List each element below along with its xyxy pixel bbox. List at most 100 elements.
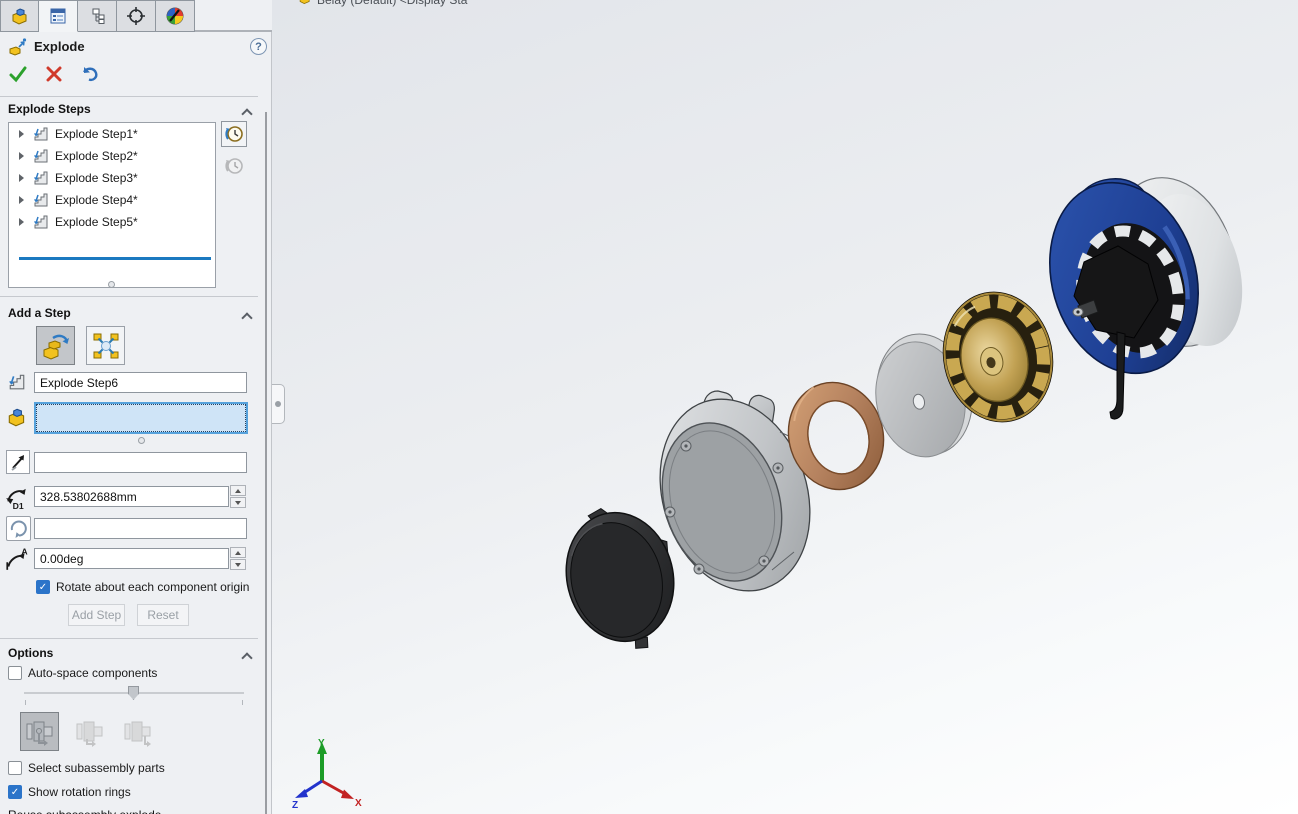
direction-arrow-icon [7,451,29,473]
dimxpert-manager-tab[interactable] [117,0,156,32]
add-step-section-header[interactable]: Add a Step [0,304,258,324]
explode-style-icon-2 [74,716,106,748]
explode-style-button-1[interactable] [20,712,59,751]
list-item[interactable]: Explode Step2* [9,145,215,167]
panel-scrollbar[interactable] [265,112,267,814]
list-item[interactable]: Explode Step5* [9,211,215,233]
section-title: Add a Step [8,306,71,320]
expand-triangle-icon[interactable] [19,218,24,226]
clock-animate-icon [224,156,244,176]
property-manager-tab[interactable] [39,0,78,32]
explode-style-button-3[interactable] [118,712,157,751]
selection-resize-handle[interactable] [138,437,145,444]
triad-x-label: X [355,798,362,809]
section-title: Explode Steps [8,102,91,116]
configuration-manager-tab[interactable] [78,0,117,32]
rotation-axis-icon-box[interactable] [6,516,31,541]
checkbox-unchecked-icon[interactable] [8,761,22,775]
origin-triad: Y X Z [292,736,362,811]
auto-space-checkbox-row[interactable]: Auto-space components [8,666,157,680]
part-side-plate-assembly[interactable] [1028,163,1259,419]
rotate-circular-arrow-icon [7,517,30,540]
step-label: Explode Step1* [55,127,138,141]
separator [0,296,258,297]
spin-down[interactable] [230,559,246,570]
select-subassembly-checkbox-row[interactable]: Select subassembly parts [8,761,165,775]
part-icon [10,6,30,26]
display-manager-tab[interactable] [156,0,195,32]
add-step-button[interactable]: Add Step [68,604,125,626]
spin-down[interactable] [230,497,246,508]
solidworks-window: Explode ? Explo [0,0,1298,814]
checkbox-unchecked-icon[interactable] [8,666,22,680]
checkbox-checked-icon[interactable]: ✓ [8,785,22,799]
spin-up[interactable] [230,485,246,496]
explode-style-button-2[interactable] [70,712,109,751]
checkbox-label: Show rotation rings [28,785,131,799]
step-name-input[interactable] [34,372,247,393]
checkbox-checked-icon[interactable]: ✓ [36,580,50,594]
expand-triangle-icon[interactable] [19,174,24,182]
explode-steps-listbox[interactable]: Explode Step1* Explode Step2* Explode St… [8,122,216,288]
angle-input[interactable] [34,548,229,569]
explode-step-icon [33,214,49,230]
tabbar-spacer [195,0,272,31]
show-rotation-rings-checkbox-row[interactable]: ✓ Show rotation rings [8,785,131,799]
auto-space-slider-thumb[interactable] [128,686,139,700]
panel-flyout-handle[interactable] [272,384,285,424]
reset-button[interactable]: Reset [137,604,189,626]
animation-button[interactable] [221,121,247,147]
direction-icon-box[interactable] [6,450,30,474]
pm-header: Explode ? [0,36,258,60]
regular-step-button[interactable] [36,326,75,365]
chevron-up-icon [243,652,251,660]
direction-input[interactable] [34,452,247,473]
list-item[interactable]: Explode Step1* [9,123,215,145]
checkbox-label: Rotate about each component origin [56,580,249,594]
clock-animate-icon [224,124,244,144]
step-label: Explode Step2* [55,149,138,163]
components-selection-box[interactable] [34,402,248,434]
help-icon[interactable]: ? [250,38,267,55]
rotation-axis-input[interactable] [34,518,247,539]
confirm-button[interactable] [6,62,30,86]
explode-icon [8,37,28,57]
feature-manager-tab[interactable] [0,0,39,32]
explode-step-icon [33,170,49,186]
distance-input[interactable] [34,486,229,507]
list-item[interactable]: Explode Step3* [9,167,215,189]
step-label: Explode Step3* [55,171,138,185]
property-manager-panel: Explode ? Explo [0,0,272,814]
down-arrow-icon [235,563,241,567]
expand-triangle-icon[interactable] [19,152,24,160]
angle-spinner[interactable] [230,547,246,570]
explode-style-icon-1 [24,716,56,748]
clipped-bottom-label: Reuse subassembly explode [8,808,161,814]
distance-spinner[interactable] [230,485,246,508]
up-arrow-icon [235,551,241,555]
configurations-icon [88,7,106,25]
regular-step-icon [40,330,72,362]
expand-triangle-icon[interactable] [19,196,24,204]
explode-style-icon-3 [122,716,154,748]
checkbox-label: Select subassembly parts [28,761,165,775]
cancel-button[interactable] [42,62,66,86]
components-icon [6,406,28,428]
graphics-area[interactable]: Belay (Default) <Display Sta [272,0,1298,814]
undo-button[interactable] [78,62,102,86]
up-arrow-icon [235,489,241,493]
rotate-origin-checkbox-row[interactable]: ✓ Rotate about each component origin [36,580,249,594]
check-icon [8,64,28,84]
expand-triangle-icon[interactable] [19,130,24,138]
separator [0,96,258,97]
radial-step-button[interactable] [86,326,125,365]
explode-steps-section-header[interactable]: Explode Steps [0,100,258,120]
list-item[interactable]: Explode Step4* [9,189,215,211]
list-resize-handle[interactable] [108,281,115,288]
angle-icon: A [4,546,30,572]
svg-text:D1: D1 [13,501,24,510]
options-section-header[interactable]: Options [0,644,258,664]
svg-text:A: A [21,547,28,557]
down-arrow-icon [235,501,241,505]
spin-up[interactable] [230,547,246,558]
